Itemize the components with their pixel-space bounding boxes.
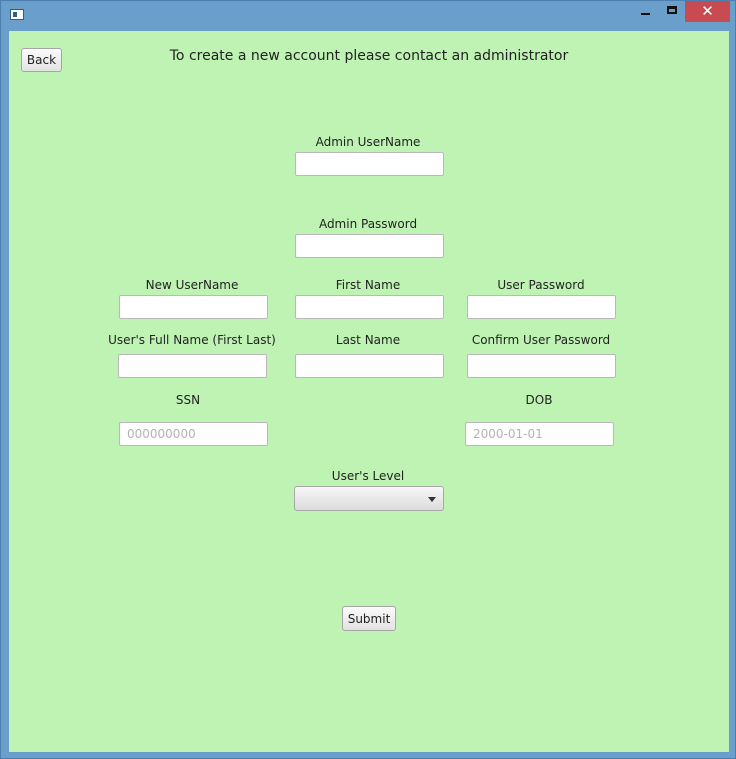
close-icon: ✕ [701, 2, 714, 20]
admin-username-label: Admin UserName [315, 135, 421, 149]
submit-button[interactable]: Submit [342, 606, 396, 631]
chevron-down-icon [428, 497, 436, 502]
form-panel: Back To create a new account please cont… [9, 31, 729, 752]
confirm-password-label: Confirm User Password [471, 333, 611, 347]
maximize-icon [667, 6, 677, 14]
last-name-label: Last Name [335, 333, 401, 347]
new-username-label: New UserName [145, 278, 239, 292]
confirm-password-input[interactable] [467, 354, 616, 378]
ssn-input[interactable] [119, 422, 268, 446]
full-name-label: User's Full Name (First Last) [108, 333, 276, 347]
maximize-button[interactable] [659, 1, 685, 22]
ssn-label: SSN [175, 393, 201, 407]
back-button[interactable]: Back [21, 48, 62, 72]
title-bar[interactable]: ✕ [1, 1, 735, 30]
minimize-icon [641, 13, 650, 15]
app-icon [10, 9, 24, 20]
user-password-input[interactable] [467, 295, 616, 319]
user-level-label: User's Level [331, 469, 405, 483]
admin-username-input[interactable] [295, 152, 444, 176]
close-button[interactable]: ✕ [685, 1, 730, 22]
app-window: ✕ Back To create a new account please co… [0, 0, 736, 759]
admin-password-input[interactable] [295, 234, 444, 258]
user-password-label: User Password [497, 278, 585, 292]
first-name-input[interactable] [295, 295, 444, 319]
page-message: To create a new account please contact a… [169, 48, 569, 64]
dob-input[interactable] [465, 422, 614, 446]
user-level-dropdown[interactable] [294, 486, 444, 511]
admin-password-label: Admin Password [318, 217, 418, 231]
full-name-input[interactable] [118, 354, 267, 378]
first-name-label: First Name [335, 278, 401, 292]
dob-label: DOB [525, 393, 553, 407]
minimize-button[interactable] [633, 1, 658, 22]
new-username-input[interactable] [119, 295, 268, 319]
last-name-input[interactable] [295, 354, 444, 378]
